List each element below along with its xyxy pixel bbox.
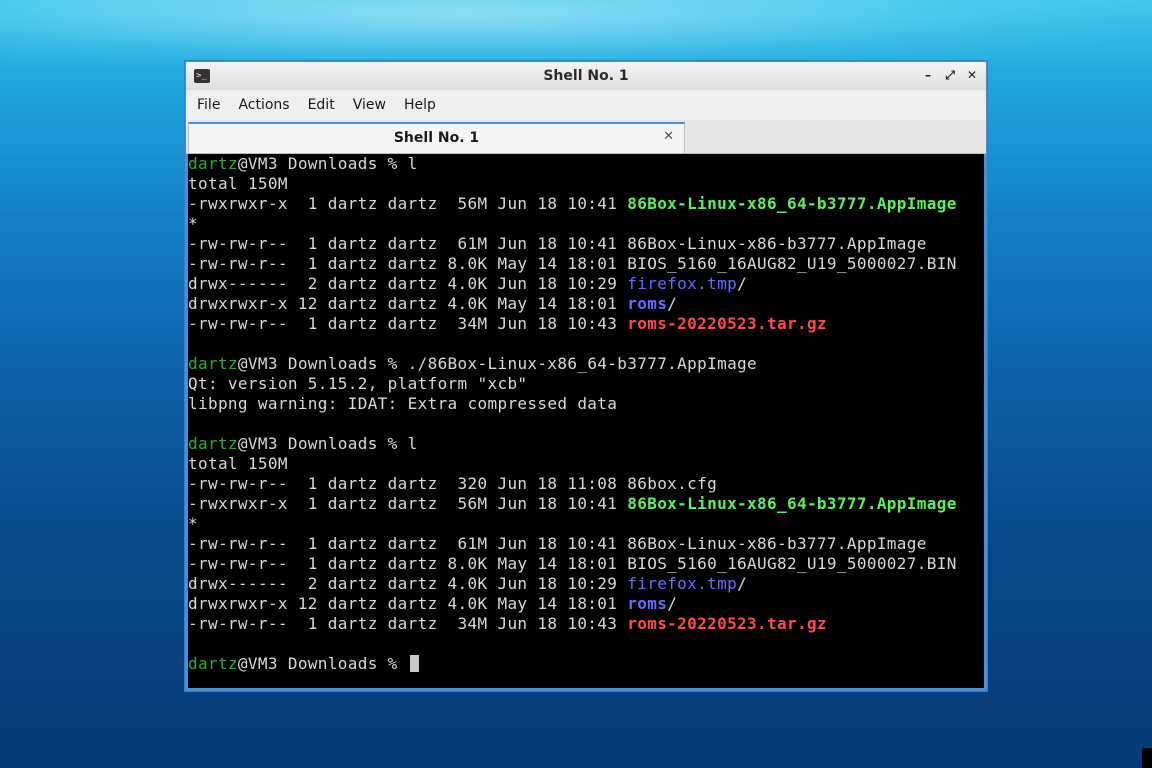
terminal-text: 86Box-Linux-x86_64-b3777.AppImage <box>627 194 957 213</box>
terminal-line: total 150M <box>188 454 984 474</box>
terminal-line: dartz@VM3 Downloads % l <box>188 434 984 454</box>
maximize-icon[interactable]: ⤢ <box>942 67 958 83</box>
terminal-line: * <box>188 514 984 534</box>
title-bar[interactable]: >_ Shell No. 1 – ⤢ ✕ <box>186 62 986 90</box>
terminal-text: * <box>188 214 198 233</box>
terminal-text: 86Box-Linux-x86_64-b3777.AppImage <box>627 494 957 513</box>
terminal-text: roms <box>627 294 668 313</box>
terminal-text: roms-20220523.tar.gz <box>627 614 827 633</box>
terminal-line: -rw-rw-r-- 1 dartz dartz 61M Jun 18 10:4… <box>188 534 984 554</box>
menu-edit[interactable]: Edit <box>301 97 346 113</box>
terminal-text: -rw-rw-r-- 1 dartz dartz 8.0K May 14 18:… <box>188 254 957 273</box>
terminal-text: @VM3 Downloads % ./86Box-Linux-x86_64-b3… <box>237 354 758 373</box>
terminal-text: / <box>737 274 748 293</box>
terminal-text: -rw-rw-r-- 1 dartz dartz 34M Jun 18 10:4… <box>188 314 628 333</box>
terminal-text: -rwxrwxr-x 1 dartz dartz 56M Jun 18 10:4… <box>188 494 628 513</box>
terminal-text: dartz <box>188 434 238 453</box>
tab-shell-1[interactable]: Shell No. 1 ✕ <box>188 122 685 153</box>
terminal-line: total 150M <box>188 174 984 194</box>
window-title: Shell No. 1 <box>543 68 629 84</box>
terminal-text: -rw-rw-r-- 1 dartz dartz 61M Jun 18 10:4… <box>188 534 927 553</box>
terminal-icon: >_ <box>194 69 210 83</box>
menu-bar: File Actions Edit View Help <box>186 90 986 120</box>
terminal-line: -rw-rw-r-- 1 dartz dartz 34M Jun 18 10:4… <box>188 614 984 634</box>
menu-help[interactable]: Help <box>397 97 447 113</box>
text-cursor <box>409 655 419 672</box>
terminal-text: @VM3 Downloads % l <box>237 154 418 173</box>
terminal-line: dartz@VM3 Downloads % l <box>188 154 984 174</box>
terminal-output[interactable]: dartz@VM3 Downloads % l total 150M -rwxrwx… <box>188 154 984 688</box>
window-controls: – ⤢ ✕ <box>920 67 980 83</box>
close-icon[interactable]: ✕ <box>964 67 980 83</box>
terminal-line: -rwxrwxr-x 1 dartz dartz 56M Jun 18 10:4… <box>188 494 984 514</box>
terminal-text: dartz <box>188 154 238 173</box>
terminal-text: drwxrwxr-x 12 dartz dartz 4.0K May 14 18… <box>188 594 628 613</box>
terminal-text: drwx------ 2 dartz dartz 4.0K Jun 18 10:… <box>188 574 628 593</box>
terminal-text: drwx------ 2 dartz dartz 4.0K Jun 18 10:… <box>188 274 628 293</box>
terminal-text: dartz <box>188 654 238 673</box>
terminal-text: libpng warning: IDAT: Extra compressed d… <box>188 394 618 413</box>
terminal-line: Qt: version 5.15.2, platform "xcb" <box>188 374 984 394</box>
tab-label: Shell No. 1 <box>393 130 480 146</box>
terminal-line: -rw-rw-r-- 1 dartz dartz 34M Jun 18 10:4… <box>188 314 984 334</box>
terminal-text: Qt: version 5.15.2, platform "xcb" <box>188 374 528 393</box>
terminal-text: / <box>667 294 678 313</box>
terminal-line: drwx------ 2 dartz dartz 4.0K Jun 18 10:… <box>188 274 984 294</box>
tab-bar: Shell No. 1 ✕ <box>186 120 986 154</box>
tab-close-icon[interactable]: ✕ <box>663 129 674 144</box>
terminal-text: @VM3 Downloads % l <box>237 434 418 453</box>
terminal-line: -rw-rw-r-- 1 dartz dartz 8.0K May 14 18:… <box>188 554 984 574</box>
terminal-text: drwxrwxr-x 12 dartz dartz 4.0K May 14 18… <box>188 294 628 313</box>
terminal-text: firefox.tmp <box>627 274 738 293</box>
terminal-text: dartz <box>188 354 238 373</box>
terminal-line: dartz@VM3 Downloads % <box>188 654 984 674</box>
terminal-line: drwxrwxr-x 12 dartz dartz 4.0K May 14 18… <box>188 294 984 314</box>
terminal-line: drwxrwxr-x 12 dartz dartz 4.0K May 14 18… <box>188 594 984 614</box>
terminal-line: libpng warning: IDAT: Extra compressed d… <box>188 394 984 414</box>
terminal-text: / <box>667 594 678 613</box>
menu-file[interactable]: File <box>190 97 231 113</box>
terminal-text: total 150M <box>188 454 288 473</box>
terminal-text: -rw-rw-r-- 1 dartz dartz 320 Jun 18 11:0… <box>188 474 718 493</box>
terminal-text: @VM3 Downloads % <box>237 654 408 673</box>
minimize-icon[interactable]: – <box>920 67 936 83</box>
terminal-window: >_ Shell No. 1 – ⤢ ✕ File Actions Edit V… <box>184 60 988 692</box>
terminal-text: -rwxrwxr-x 1 dartz dartz 56M Jun 18 10:4… <box>188 194 628 213</box>
terminal-text: total 150M <box>188 174 288 193</box>
terminal-text: / <box>737 574 748 593</box>
terminal-text: firefox.tmp <box>627 574 738 593</box>
terminal-line: * <box>188 214 984 234</box>
menu-actions[interactable]: Actions <box>231 97 300 113</box>
terminal-line: -rw-rw-r-- 1 dartz dartz 61M Jun 18 10:4… <box>188 234 984 254</box>
terminal-line: dartz@VM3 Downloads % ./86Box-Linux-x86_… <box>188 354 984 374</box>
terminal-text: -rw-rw-r-- 1 dartz dartz 61M Jun 18 10:4… <box>188 234 927 253</box>
terminal-text: -rw-rw-r-- 1 dartz dartz 34M Jun 18 10:4… <box>188 614 628 633</box>
terminal-text: roms-20220523.tar.gz <box>627 314 827 333</box>
terminal-text: -rw-rw-r-- 1 dartz dartz 8.0K May 14 18:… <box>188 554 957 573</box>
terminal-text: roms <box>627 594 668 613</box>
screen-corner <box>1142 748 1152 768</box>
terminal-line: -rw-rw-r-- 1 dartz dartz 8.0K May 14 18:… <box>188 254 984 274</box>
terminal-line: drwx------ 2 dartz dartz 4.0K Jun 18 10:… <box>188 574 984 594</box>
terminal-line: -rwxrwxr-x 1 dartz dartz 56M Jun 18 10:4… <box>188 194 984 214</box>
terminal-line: -rw-rw-r-- 1 dartz dartz 320 Jun 18 11:0… <box>188 474 984 494</box>
terminal-text: * <box>188 514 198 533</box>
menu-view[interactable]: View <box>346 97 397 113</box>
